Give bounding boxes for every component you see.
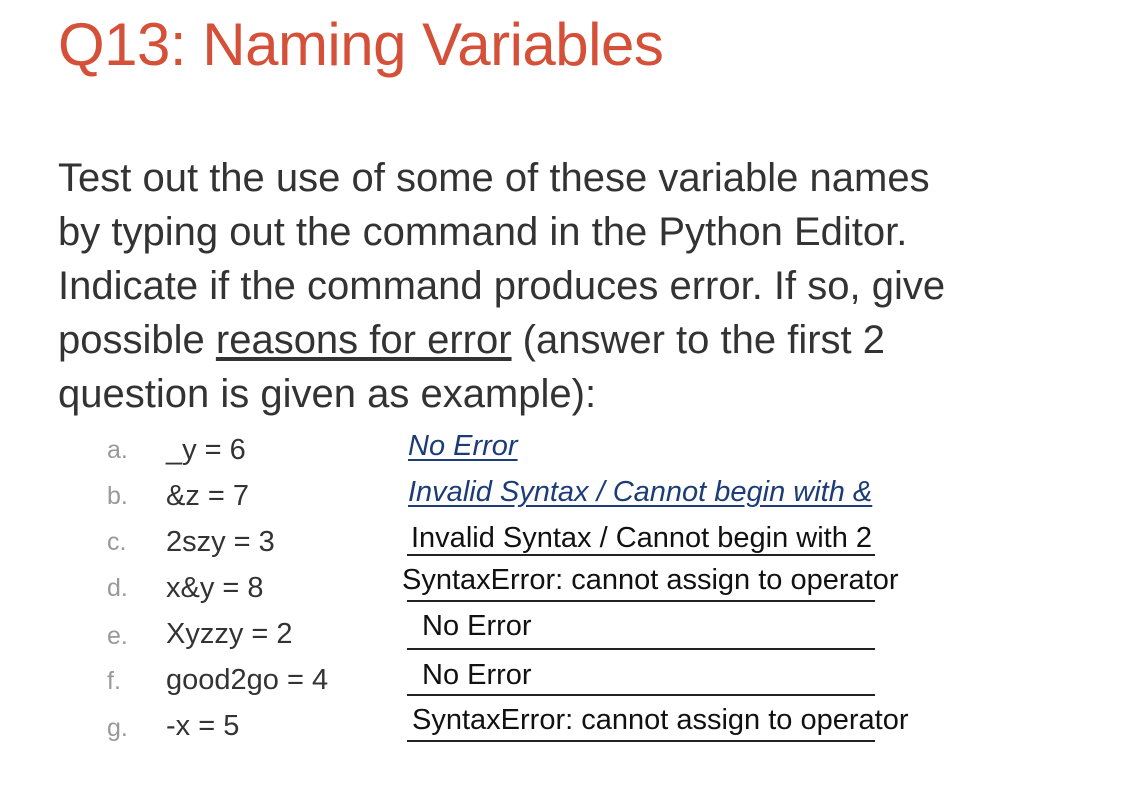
list-item-d: d. x&y = 8 SyntaxError: cannot assign to… <box>0 564 1133 610</box>
variable-expression: -x = 5 <box>166 710 240 742</box>
list-marker: a. <box>107 436 128 464</box>
answer-text: No Error <box>422 659 532 691</box>
list-marker: e. <box>107 622 128 650</box>
variable-expression: x&y = 8 <box>166 572 264 604</box>
variable-expression: _y = 6 <box>166 434 246 466</box>
list-marker: c. <box>107 528 127 556</box>
list-item-g: g. -x = 5 SyntaxError: cannot assign to … <box>0 704 1133 750</box>
answer-blank-line <box>407 600 875 602</box>
answer-text: SyntaxError: cannot assign to operator <box>412 704 909 736</box>
list-marker: f. <box>107 667 121 695</box>
list-marker: b. <box>107 482 128 510</box>
list-item-b: b. &z = 7 Invalid Syntax / Cannot begin … <box>0 476 1133 522</box>
variable-expression: Xyzzy = 2 <box>166 618 293 650</box>
variable-expression: 2szy = 3 <box>166 526 275 558</box>
answer-blank-line <box>407 554 875 556</box>
list-item-f: f. good2go = 4 No Error <box>0 659 1133 705</box>
list-marker: g. <box>107 714 128 742</box>
variable-expression: &z = 7 <box>166 480 250 512</box>
answer-blank-line <box>407 694 875 696</box>
answer-text: Invalid Syntax / Cannot begin with 2 <box>411 522 873 554</box>
list-marker: d. <box>107 574 128 602</box>
list-item-a: a. _y = 6 No Error <box>0 430 1133 476</box>
example-answer: Invalid Syntax / Cannot begin with & <box>408 476 873 508</box>
answer-text: No Error <box>422 610 532 642</box>
answer-blank-line <box>407 648 875 650</box>
answer-text: SyntaxError: cannot assign to operator <box>402 564 899 596</box>
list-item-c: c. 2szy = 3 Invalid Syntax / Cannot begi… <box>0 522 1133 568</box>
answer-blank-line <box>407 740 875 742</box>
variable-expression: good2go = 4 <box>166 664 329 696</box>
example-answer: No Error <box>408 430 518 462</box>
variable-list: a. _y = 6 No Error b. &z = 7 Invalid Syn… <box>0 0 1133 809</box>
